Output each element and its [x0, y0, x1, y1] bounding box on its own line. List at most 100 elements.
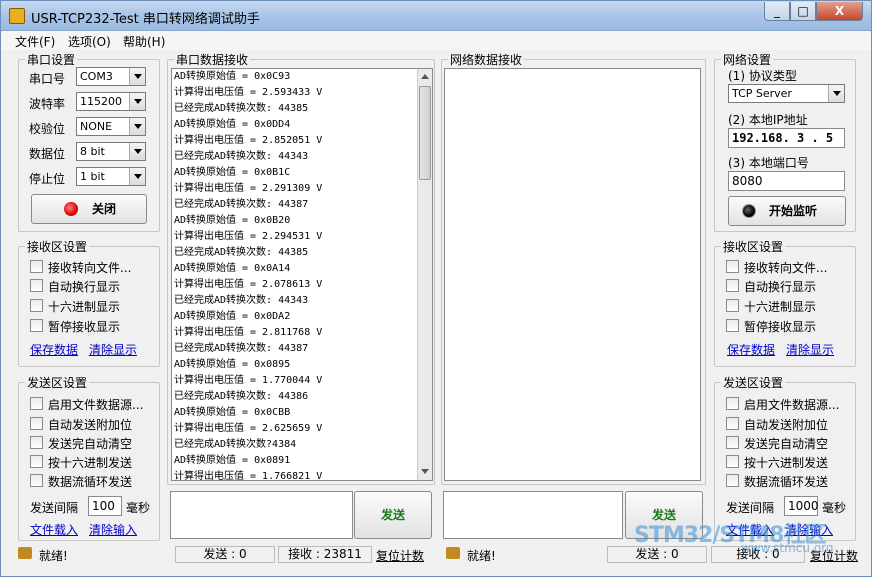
recv-line: 计算得出电压值 = 2.593433 V — [174, 87, 323, 98]
right-clear-display-link[interactable]: 清除显示 — [786, 341, 834, 358]
right-recv-legend: 接收区设置 — [723, 240, 784, 254]
recv-line: 计算得出电压值 = 2.078613 V — [174, 279, 323, 290]
recv-line: 计算得出电压值 = 2.291309 V — [174, 183, 323, 194]
left-file-load-link[interactable]: 文件载入 — [30, 521, 78, 538]
left-clear-display-link[interactable]: 清除显示 — [89, 341, 137, 358]
serial-recv-textarea[interactable]: AD转换原始值 = 0x0C93 计算得出电压值 = 2.593433 V 已经完成… — [171, 68, 417, 481]
stopbits-select[interactable]: 1 bit — [76, 167, 146, 186]
right-recv-opt-checkbox[interactable] — [726, 279, 739, 292]
hand-icon — [446, 547, 460, 559]
close-port-label: 关闭 — [92, 202, 117, 216]
right-recv-opt-label: 十六进制显示 — [744, 300, 817, 314]
left-recv-opt-checkbox[interactable] — [30, 260, 43, 273]
left-send-opt-checkbox[interactable] — [30, 474, 43, 487]
right-interval-unit: 毫秒 — [822, 501, 847, 515]
recv-line: 已经完成AD转换次数: 44343 — [174, 151, 309, 162]
menu-options[interactable]: 选项(O) — [68, 33, 111, 50]
left-send-opt-label: 启用文件数据源... — [48, 398, 144, 412]
local-port-label: (3) 本地端口号 — [728, 156, 809, 170]
left-recv-opt-label: 自动换行显示 — [48, 280, 121, 294]
left-clear-input-link[interactable]: 清除输入 — [89, 521, 137, 538]
local-ip-input[interactable]: 192.168. 3 . 5 — [728, 128, 845, 148]
chevron-down-icon — [129, 118, 145, 135]
right-send-opt-checkbox[interactable] — [726, 436, 739, 449]
right-send-opt-checkbox[interactable] — [726, 397, 739, 410]
left-interval-input[interactable]: 100 — [88, 496, 122, 516]
close-button[interactable]: X — [816, 2, 863, 21]
left-recv-opt-checkbox[interactable] — [30, 319, 43, 332]
start-listen-label: 开始监听 — [769, 204, 818, 218]
chevron-down-icon — [129, 143, 145, 160]
minimize-button[interactable]: _ — [764, 2, 790, 21]
port-select[interactable]: COM3 — [76, 67, 146, 86]
recv-line: AD转换原始值 = 0x0891 — [174, 455, 291, 466]
scroll-thumb[interactable] — [419, 86, 431, 180]
recv-line: 已经完成AD转换次数: 44343 — [174, 295, 309, 306]
recv-line: AD转换原始值 = 0x0B1C — [174, 167, 291, 178]
right-send-opt-checkbox[interactable] — [726, 455, 739, 468]
recv-line: AD转换原始值 = 0x0CBB — [174, 407, 291, 418]
left-send-opt-checkbox[interactable] — [30, 417, 43, 430]
right-send-opt-label: 按十六进制发送 — [744, 456, 829, 470]
recv-line: 计算得出电压值 = 1.770044 V — [174, 375, 323, 386]
port-value: COM3 — [80, 70, 113, 83]
window-title: USR-TCP232-Test 串口转网络调试助手 — [31, 12, 260, 27]
right-send-opt-checkbox[interactable] — [726, 417, 739, 430]
recv-line: 已经完成AD转换次数?4384 — [174, 439, 297, 450]
right-recv-opt-label: 接收转向文件... — [744, 261, 828, 275]
left-recv-legend: 接收区设置 — [27, 240, 88, 254]
net-send-input[interactable] — [443, 491, 623, 539]
right-send-opt-label: 自动发送附加位 — [744, 418, 829, 432]
right-interval-input[interactable]: 1000 — [784, 496, 819, 516]
start-listen-button[interactable]: 开始监听 — [728, 196, 846, 226]
scroll-up-icon[interactable] — [418, 69, 432, 85]
status-led-icon — [64, 202, 78, 216]
net-recv-legend: 网络数据接收 — [450, 53, 523, 67]
local-ip-label: (2) 本地IP地址 — [728, 113, 808, 127]
serial-send-button[interactable]: 发送 — [354, 491, 432, 539]
menu-bar: 文件(F) 选项(O) 帮助(H) — [1, 31, 871, 50]
local-port-input[interactable]: 8080 — [728, 171, 845, 191]
left-save-data-link[interactable]: 保存数据 — [30, 341, 78, 358]
chevron-down-icon — [129, 168, 145, 185]
baud-label: 波特率 — [29, 97, 66, 111]
maximize-button[interactable]: □ — [790, 2, 816, 21]
scroll-down-icon[interactable] — [418, 464, 432, 480]
right-recv-opt-checkbox[interactable] — [726, 299, 739, 312]
left-status-ready: 就绪! — [39, 549, 68, 563]
protocol-select[interactable]: TCP Server — [728, 84, 845, 103]
net-recv-textarea[interactable] — [444, 68, 701, 481]
right-recv-opt-checkbox[interactable] — [726, 319, 739, 332]
left-recv-opt-checkbox[interactable] — [30, 299, 43, 312]
left-send-opt-label: 发送完自动清空 — [48, 437, 133, 451]
right-recv-opt-checkbox[interactable] — [726, 260, 739, 273]
serial-send-input[interactable] — [170, 491, 353, 539]
recv-line: AD转换原始值 = 0x0B20 — [174, 215, 291, 226]
chevron-down-icon — [129, 93, 145, 110]
left-recv-opt-label: 十六进制显示 — [48, 300, 121, 314]
left-send-opt-checkbox[interactable] — [30, 455, 43, 468]
right-interval-label: 发送间隔 — [726, 501, 775, 515]
left-send-legend: 发送区设置 — [27, 376, 88, 390]
stopbits-value: 1 bit — [80, 170, 105, 183]
parity-select[interactable]: NONE — [76, 117, 146, 136]
databits-select[interactable]: 8 bit — [76, 142, 146, 161]
menu-file[interactable]: 文件(F) — [15, 33, 55, 50]
serial-recv-content: AD转换原始值 = 0x0C93 计算得出电压值 = 2.593433 V 已经完成… — [174, 69, 323, 480]
left-reset-count-link[interactable]: 复位计数 — [376, 547, 424, 564]
left-interval-label: 发送间隔 — [30, 501, 79, 515]
title-bar: USR-TCP232-Test 串口转网络调试助手 _ □ X — [1, 1, 871, 31]
vertical-scrollbar[interactable] — [417, 68, 433, 481]
baud-select[interactable]: 115200 — [76, 92, 146, 111]
left-send-opt-checkbox[interactable] — [30, 436, 43, 449]
right-send-opt-checkbox[interactable] — [726, 474, 739, 487]
left-send-opt-checkbox[interactable] — [30, 397, 43, 410]
serial-settings-legend: 串口设置 — [27, 53, 76, 67]
menu-help[interactable]: 帮助(H) — [123, 33, 165, 50]
right-save-data-link[interactable]: 保存数据 — [727, 341, 775, 358]
recv-line: 计算得出电压值 = 2.625659 V — [174, 423, 323, 434]
close-port-button[interactable]: 关闭 — [31, 194, 147, 224]
left-recv-opt-checkbox[interactable] — [30, 279, 43, 292]
app-window: USR-TCP232-Test 串口转网络调试助手 _ □ X 文件(F) 选项… — [0, 0, 872, 577]
app-icon — [9, 8, 25, 24]
